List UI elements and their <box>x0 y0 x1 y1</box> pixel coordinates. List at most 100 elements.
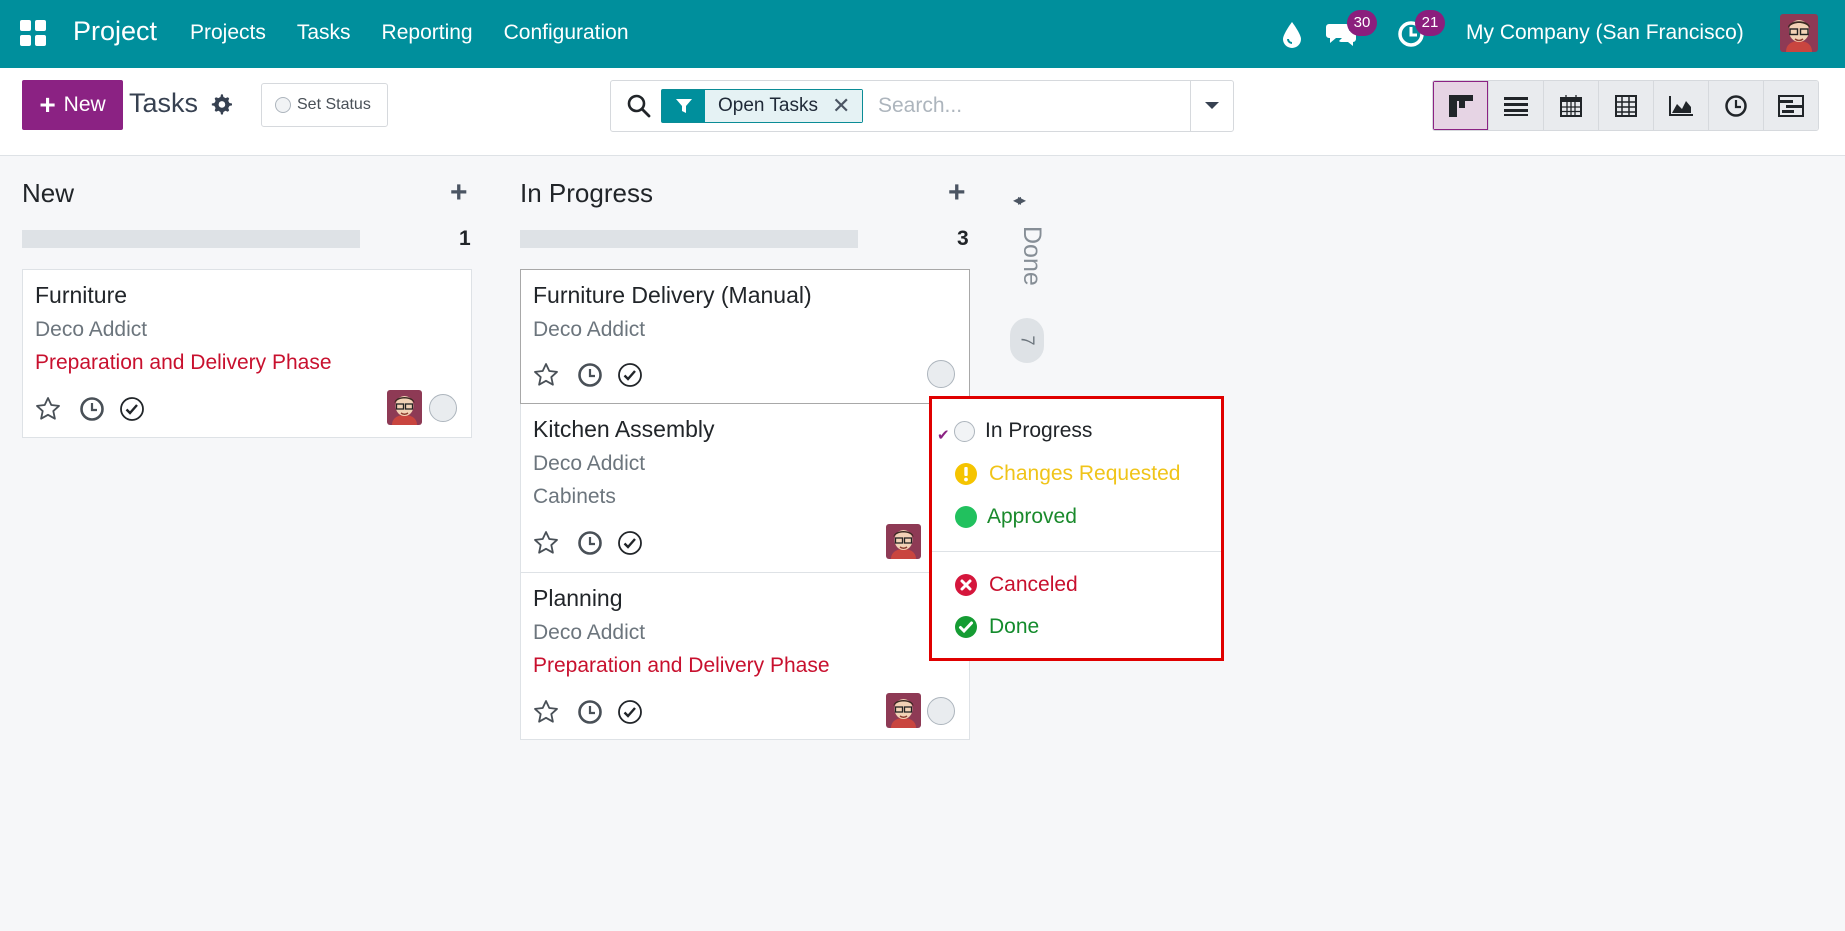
checklist-check-icon[interactable] <box>119 396 145 422</box>
activity-clock-icon <box>1725 94 1747 117</box>
task-customer: Deco Addict <box>533 452 646 475</box>
activity-clock-icon[interactable] <box>577 362 603 388</box>
task-customer: Deco Addict <box>533 621 646 644</box>
status-option-canceled[interactable]: Canceled <box>954 570 1078 600</box>
set-status-button[interactable]: Set Status <box>261 83 388 127</box>
checklist-check-icon[interactable] <box>617 362 643 388</box>
column-count-new: 1 <box>459 227 471 250</box>
task-title: Planning <box>533 585 623 611</box>
column-title-new[interactable]: New <box>22 178 74 209</box>
checklist-check-icon[interactable] <box>617 530 643 556</box>
star-icon[interactable] <box>533 699 559 725</box>
unfold-arrows-icon[interactable]: ◂▸ <box>1013 190 1026 210</box>
view-graph-button[interactable] <box>1653 81 1708 130</box>
task-milestone: Preparation and Delivery Phase <box>35 351 332 374</box>
star-icon[interactable] <box>533 362 559 388</box>
control-panel: + New Tasks Set Status Open Tasks ✕ <box>0 68 1845 156</box>
column-progress-bar-new[interactable] <box>22 230 360 248</box>
task-customer: Deco Addict <box>533 318 646 341</box>
approved-circle-icon <box>955 506 977 528</box>
star-icon[interactable] <box>35 396 61 422</box>
plus-icon: + <box>39 89 56 120</box>
task-card-kitchen-assembly[interactable]: Kitchen Assembly Deco Addict Cabinets <box>520 404 970 573</box>
kanban-icon <box>1448 94 1473 117</box>
view-activity-button[interactable] <box>1708 81 1763 130</box>
remove-facet-icon[interactable]: ✕ <box>832 93 850 119</box>
search-options-toggle[interactable] <box>1190 81 1233 131</box>
user-avatar[interactable] <box>1780 14 1818 52</box>
activity-clock-icon[interactable] <box>577 530 603 556</box>
task-state-dot[interactable] <box>927 360 955 388</box>
set-status-label: Set Status <box>297 96 371 113</box>
activity-clock-icon[interactable] <box>79 396 105 422</box>
warning-circle-icon <box>955 463 977 485</box>
folded-column-done[interactable]: ◂▸ Done 7 <box>1010 190 1046 370</box>
company-switcher[interactable]: My Company (San Francisco) <box>1466 21 1744 45</box>
list-icon <box>1504 96 1528 116</box>
column-title-in-progress[interactable]: In Progress <box>520 178 653 209</box>
checklist-check-icon[interactable] <box>617 699 643 725</box>
view-list-button[interactable] <box>1488 81 1543 130</box>
folded-column-title: Done <box>1018 226 1046 286</box>
column-progress-bar-in-progress[interactable] <box>520 230 858 248</box>
task-state-dot[interactable] <box>927 697 955 725</box>
view-kanban-button[interactable] <box>1433 81 1488 130</box>
search-icon[interactable] <box>626 93 652 119</box>
caret-down-icon <box>1205 102 1219 109</box>
status-option-label: Changes Requested <box>989 462 1181 485</box>
water-drop-icon[interactable] <box>1280 20 1304 48</box>
task-card-furniture[interactable]: Furniture Deco Addict Preparation and De… <box>22 269 472 438</box>
filter-icon <box>662 90 705 122</box>
search-input[interactable] <box>878 91 1178 121</box>
menu-reporting[interactable]: Reporting <box>382 21 473 45</box>
status-option-done[interactable]: Done <box>954 612 1039 642</box>
assignee-avatar[interactable] <box>886 524 921 559</box>
status-option-label: Done <box>989 615 1040 638</box>
task-card-furniture-delivery[interactable]: Furniture Delivery (Manual) Deco Addict <box>520 269 970 404</box>
top-navbar: Project Projects Tasks Reporting Configu… <box>0 0 1845 68</box>
status-option-approved[interactable]: Approved <box>954 502 1077 532</box>
menu-tasks[interactable]: Tasks <box>297 21 351 45</box>
assignee-avatar[interactable] <box>387 390 422 425</box>
view-calendar-button[interactable] <box>1543 81 1598 130</box>
view-switcher <box>1432 80 1819 131</box>
new-button[interactable]: + New <box>22 80 123 130</box>
folded-column-count: 7 <box>1010 318 1044 363</box>
task-title: Kitchen Assembly <box>533 416 715 442</box>
task-state-dot[interactable] <box>429 394 457 422</box>
task-customer: Deco Addict <box>35 318 148 341</box>
activity-clock-icon[interactable] <box>577 699 603 725</box>
main-menu: Projects Tasks Reporting Configuration <box>190 21 629 45</box>
add-task-new-icon[interactable]: + <box>450 176 468 210</box>
status-radio-icon <box>275 97 291 113</box>
gear-icon[interactable] <box>210 93 232 115</box>
task-title: Furniture Delivery (Manual) <box>533 282 812 308</box>
new-button-label: New <box>63 93 106 116</box>
dropdown-divider <box>932 551 1221 552</box>
messages-count-badge: 30 <box>1347 10 1377 36</box>
facet-label: Open Tasks <box>718 95 818 116</box>
task-tag: Cabinets <box>533 485 616 508</box>
task-status-dropdown: ✔ In Progress Changes Requested Approved… <box>929 396 1224 661</box>
view-gantt-button[interactable] <box>1763 81 1818 130</box>
status-option-in-progress[interactable]: In Progress <box>954 416 1092 446</box>
pivot-table-icon <box>1615 94 1637 117</box>
add-task-in-progress-icon[interactable]: + <box>948 176 966 210</box>
assignee-avatar[interactable] <box>886 693 921 728</box>
apps-menu-icon[interactable] <box>20 20 46 46</box>
selected-check-icon: ✔ <box>937 427 950 444</box>
page-title: Tasks <box>129 88 199 118</box>
view-pivot-button[interactable] <box>1598 81 1653 130</box>
task-card-planning[interactable]: Planning Deco Addict Preparation and Del… <box>520 573 970 740</box>
task-milestone: Preparation and Delivery Phase <box>533 654 830 677</box>
menu-projects[interactable]: Projects <box>190 21 266 45</box>
menu-configuration[interactable]: Configuration <box>504 21 629 45</box>
column-count-in-progress: 3 <box>957 227 969 250</box>
activities-count-badge: 21 <box>1415 10 1445 36</box>
status-option-label: Approved <box>987 505 1077 528</box>
star-icon[interactable] <box>533 530 559 556</box>
area-chart-icon <box>1669 95 1693 116</box>
status-option-label: In Progress <box>985 419 1093 442</box>
status-option-changes-requested[interactable]: Changes Requested <box>954 459 1180 489</box>
app-brand[interactable]: Project <box>73 16 157 47</box>
